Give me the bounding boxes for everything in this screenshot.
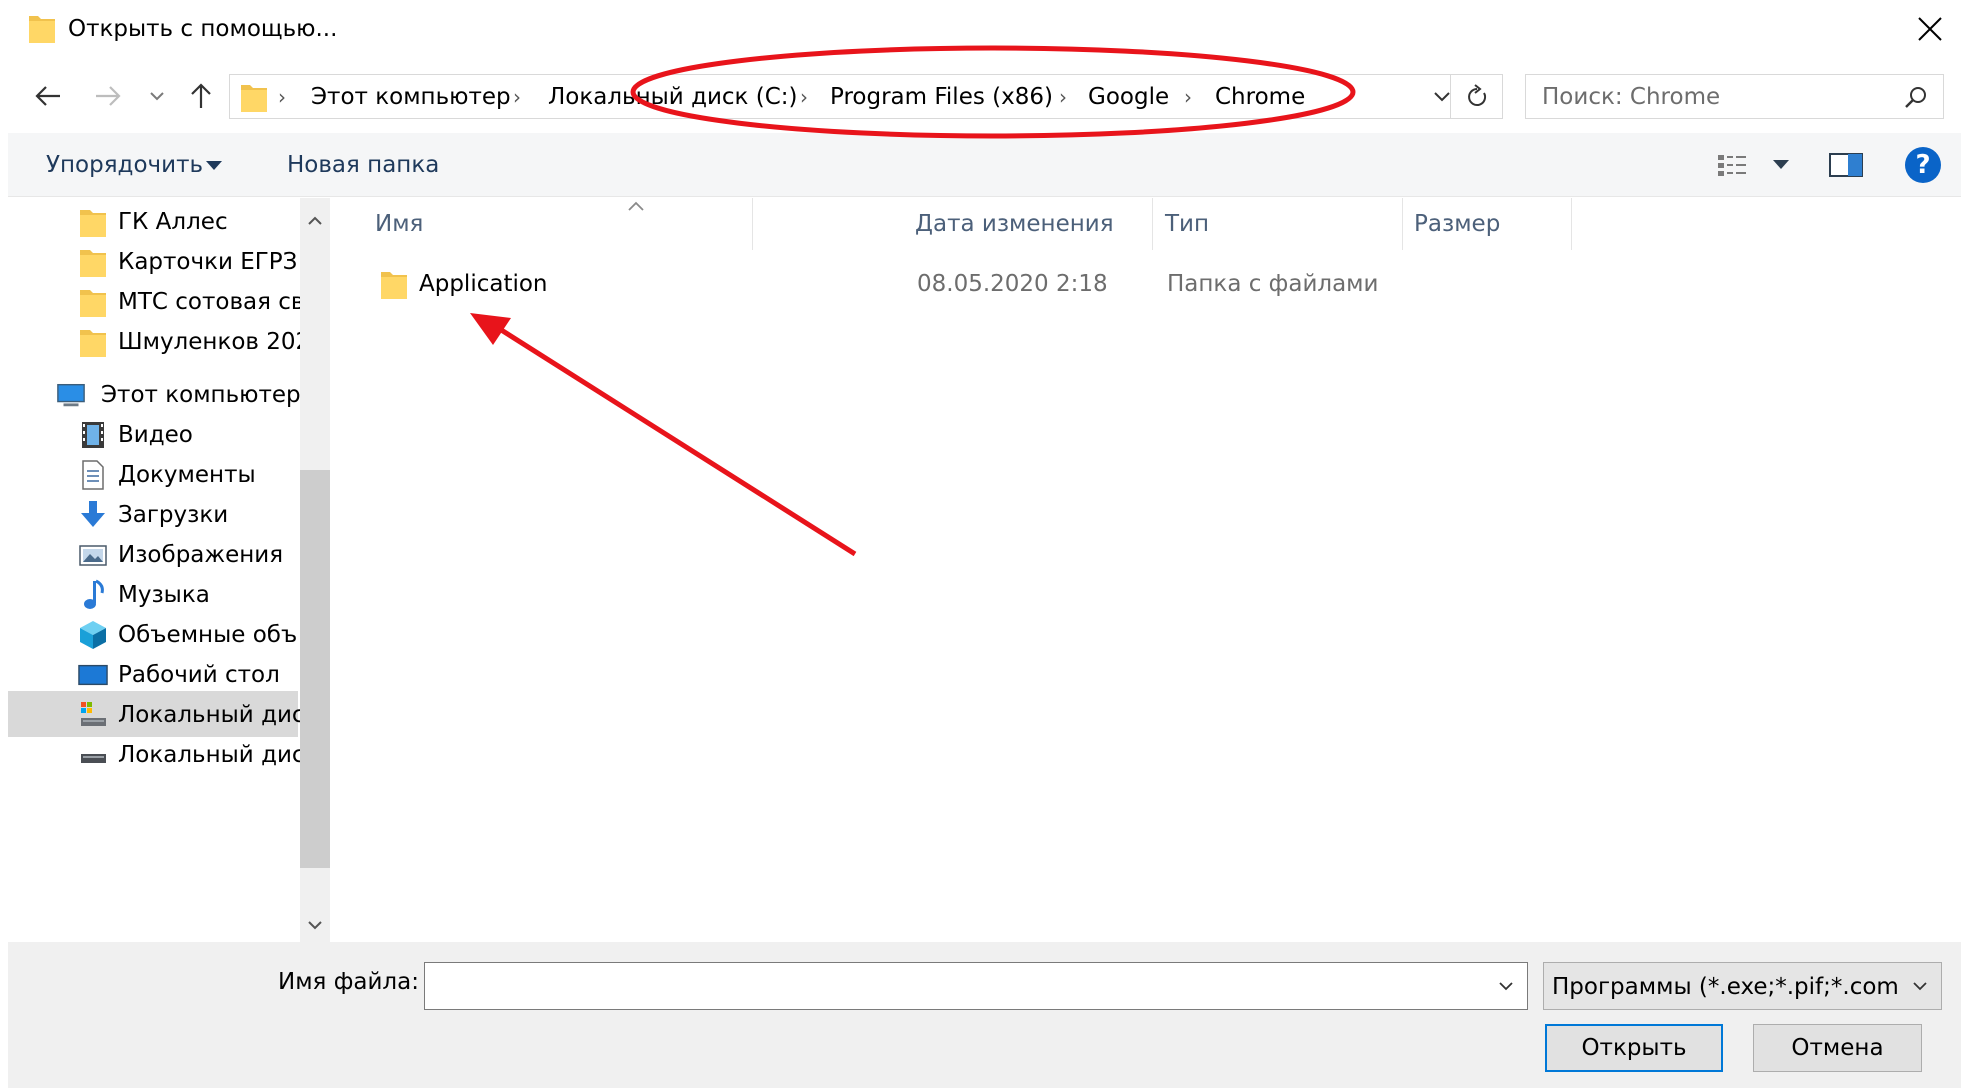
sidebar-item-label: Загрузки	[118, 502, 229, 528]
chevron-down-icon	[1434, 92, 1450, 102]
filename-dropdown-button[interactable]	[1491, 971, 1521, 1001]
file-name: Application	[419, 271, 548, 297]
bottom-pane: Имя файла: Программы (*.exe;*.pif;*.com;…	[8, 942, 1961, 1088]
chevron-down-icon	[1913, 982, 1927, 991]
sidebar-item-label: Локальный дис	[118, 742, 305, 768]
3d-objects-icon	[80, 621, 106, 649]
folder-icon	[241, 85, 267, 112]
new-folder-button[interactable]: Новая папка	[287, 149, 439, 181]
back-button[interactable]	[28, 76, 68, 116]
sidebar-item-label: Объемные объ	[118, 622, 298, 648]
breadcrumb-chrome[interactable]: Chrome	[1215, 81, 1305, 113]
folder-icon	[381, 272, 407, 299]
file-type-filter-value: Программы (*.exe;*.pif;*.com;	[1552, 974, 1897, 1000]
file-modified: 08.05.2020 2:18	[917, 271, 1108, 297]
refresh-button[interactable]	[1451, 74, 1503, 119]
pictures-icon	[79, 545, 107, 566]
navigation-pane[interactable]: ГК Аллес Карточки ЕГРЗ МТС сотовая св Шм…	[8, 198, 330, 942]
sidebar-item-label: Локальный дис	[118, 702, 305, 728]
folder-icon	[80, 250, 106, 277]
view-options-icon[interactable]	[1716, 149, 1754, 181]
breadcrumb-google[interactable]: Google	[1088, 81, 1169, 113]
close-icon	[1918, 17, 1942, 41]
window-title: Открыть с помощью...	[68, 16, 338, 42]
sidebar-item-label: МТС сотовая св	[118, 289, 305, 315]
music-icon	[84, 579, 104, 609]
file-type: Папка с файлами	[1167, 271, 1379, 297]
scroll-down-button[interactable]	[300, 910, 330, 940]
organize-button[interactable]: Упорядочить	[46, 149, 203, 181]
folder-icon	[80, 210, 106, 237]
filter-dropdown-button[interactable]	[1905, 971, 1935, 1001]
scrollbar-thumb[interactable]	[300, 470, 330, 868]
folder-icon	[80, 330, 106, 357]
chevron-down-icon	[150, 92, 164, 101]
computer-icon	[57, 383, 85, 407]
refresh-icon	[1467, 83, 1486, 106]
file-type-filter-select[interactable]: Программы (*.exe;*.pif;*.com;	[1543, 962, 1942, 1010]
close-button[interactable]	[1905, 6, 1955, 52]
up-button[interactable]	[182, 76, 220, 116]
desktop-icon	[78, 664, 108, 686]
folder-icon	[29, 16, 55, 43]
breadcrumb-separator: ›	[1184, 85, 1192, 109]
sidebar-item-shmulenkov[interactable]: Шмуленков 202	[8, 318, 310, 364]
filename-combobox[interactable]	[424, 962, 1528, 1010]
search-box[interactable]	[1525, 74, 1944, 119]
help-button[interactable]: ?	[1905, 147, 1941, 183]
search-icon	[1905, 87, 1926, 108]
recent-locations-button[interactable]	[146, 80, 168, 112]
chevron-down-icon	[1499, 982, 1513, 991]
sidebar-item-label: Музыка	[118, 582, 210, 608]
forward-button[interactable]	[88, 76, 128, 116]
filename-input[interactable]	[431, 969, 1471, 1003]
column-header-date[interactable]: Дата изменения	[903, 198, 1153, 250]
folder-icon	[80, 290, 106, 317]
address-bar[interactable]: › Этот компьютер › Локальный диск (C:) ›…	[229, 74, 1451, 119]
column-header-name[interactable]: Имя	[363, 198, 753, 250]
breadcrumb-local-disk[interactable]: Локальный диск (C:)	[548, 81, 798, 113]
breadcrumb-separator: ›	[278, 85, 286, 109]
preview-pane-icon[interactable]	[1828, 151, 1864, 179]
cancel-button[interactable]: Отмена	[1753, 1024, 1922, 1072]
downloads-icon	[81, 501, 105, 527]
sidebar-item-label: Видео	[118, 422, 193, 448]
search-input[interactable]	[1542, 81, 1892, 113]
command-bar: Упорядочить Новая папка ?	[8, 133, 1961, 197]
breadcrumb-separator: ›	[800, 85, 808, 109]
filename-label: Имя файла:	[278, 969, 419, 995]
sidebar-item-label: Карточки ЕГРЗ	[118, 249, 298, 275]
column-header-type[interactable]: Тип	[1153, 198, 1403, 250]
arrow-up-icon	[191, 83, 211, 108]
open-button[interactable]: Открыть	[1545, 1024, 1723, 1072]
sidebar-item-label: Изображения	[118, 542, 284, 568]
sidebar-item-label: Этот компьютер	[101, 382, 301, 408]
organize-dropdown-arrow-icon	[206, 161, 222, 170]
sidebar-item-label: Шмуленков 202	[118, 329, 311, 355]
column-header-size[interactable]: Размер	[1402, 198, 1572, 250]
sidebar-item-label: Рабочий стол	[118, 662, 280, 688]
table-row[interactable]: Application 08.05.2020 2:18 Папка с файл…	[376, 264, 1696, 304]
sidebar-item-label: Документы	[118, 462, 256, 488]
chevron-down-icon	[308, 921, 322, 930]
breadcrumb-program-files[interactable]: Program Files (x86)	[830, 81, 1053, 113]
sidebar-item-label: ГК Аллес	[118, 209, 228, 235]
video-icon	[82, 422, 104, 448]
breadcrumb-this-pc[interactable]: Этот компьютер	[311, 81, 511, 113]
view-dropdown-arrow-icon[interactable]	[1773, 160, 1789, 169]
arrow-right-icon	[96, 86, 121, 106]
documents-icon	[82, 460, 104, 490]
chevron-up-icon	[308, 216, 322, 225]
arrow-left-icon	[35, 86, 60, 106]
drive-icon	[81, 754, 106, 763]
sidebar-item-local-disk-2[interactable]: Локальный дис	[8, 731, 305, 777]
file-list[interactable]: Имя Дата изменения Тип Размер Applicatio…	[336, 198, 1961, 942]
breadcrumb-separator: ›	[513, 85, 521, 109]
navigation-scrollbar[interactable]	[300, 198, 330, 942]
scroll-up-button[interactable]	[300, 206, 330, 236]
breadcrumb-separator: ›	[1059, 85, 1067, 109]
system-drive-icon	[81, 702, 106, 726]
